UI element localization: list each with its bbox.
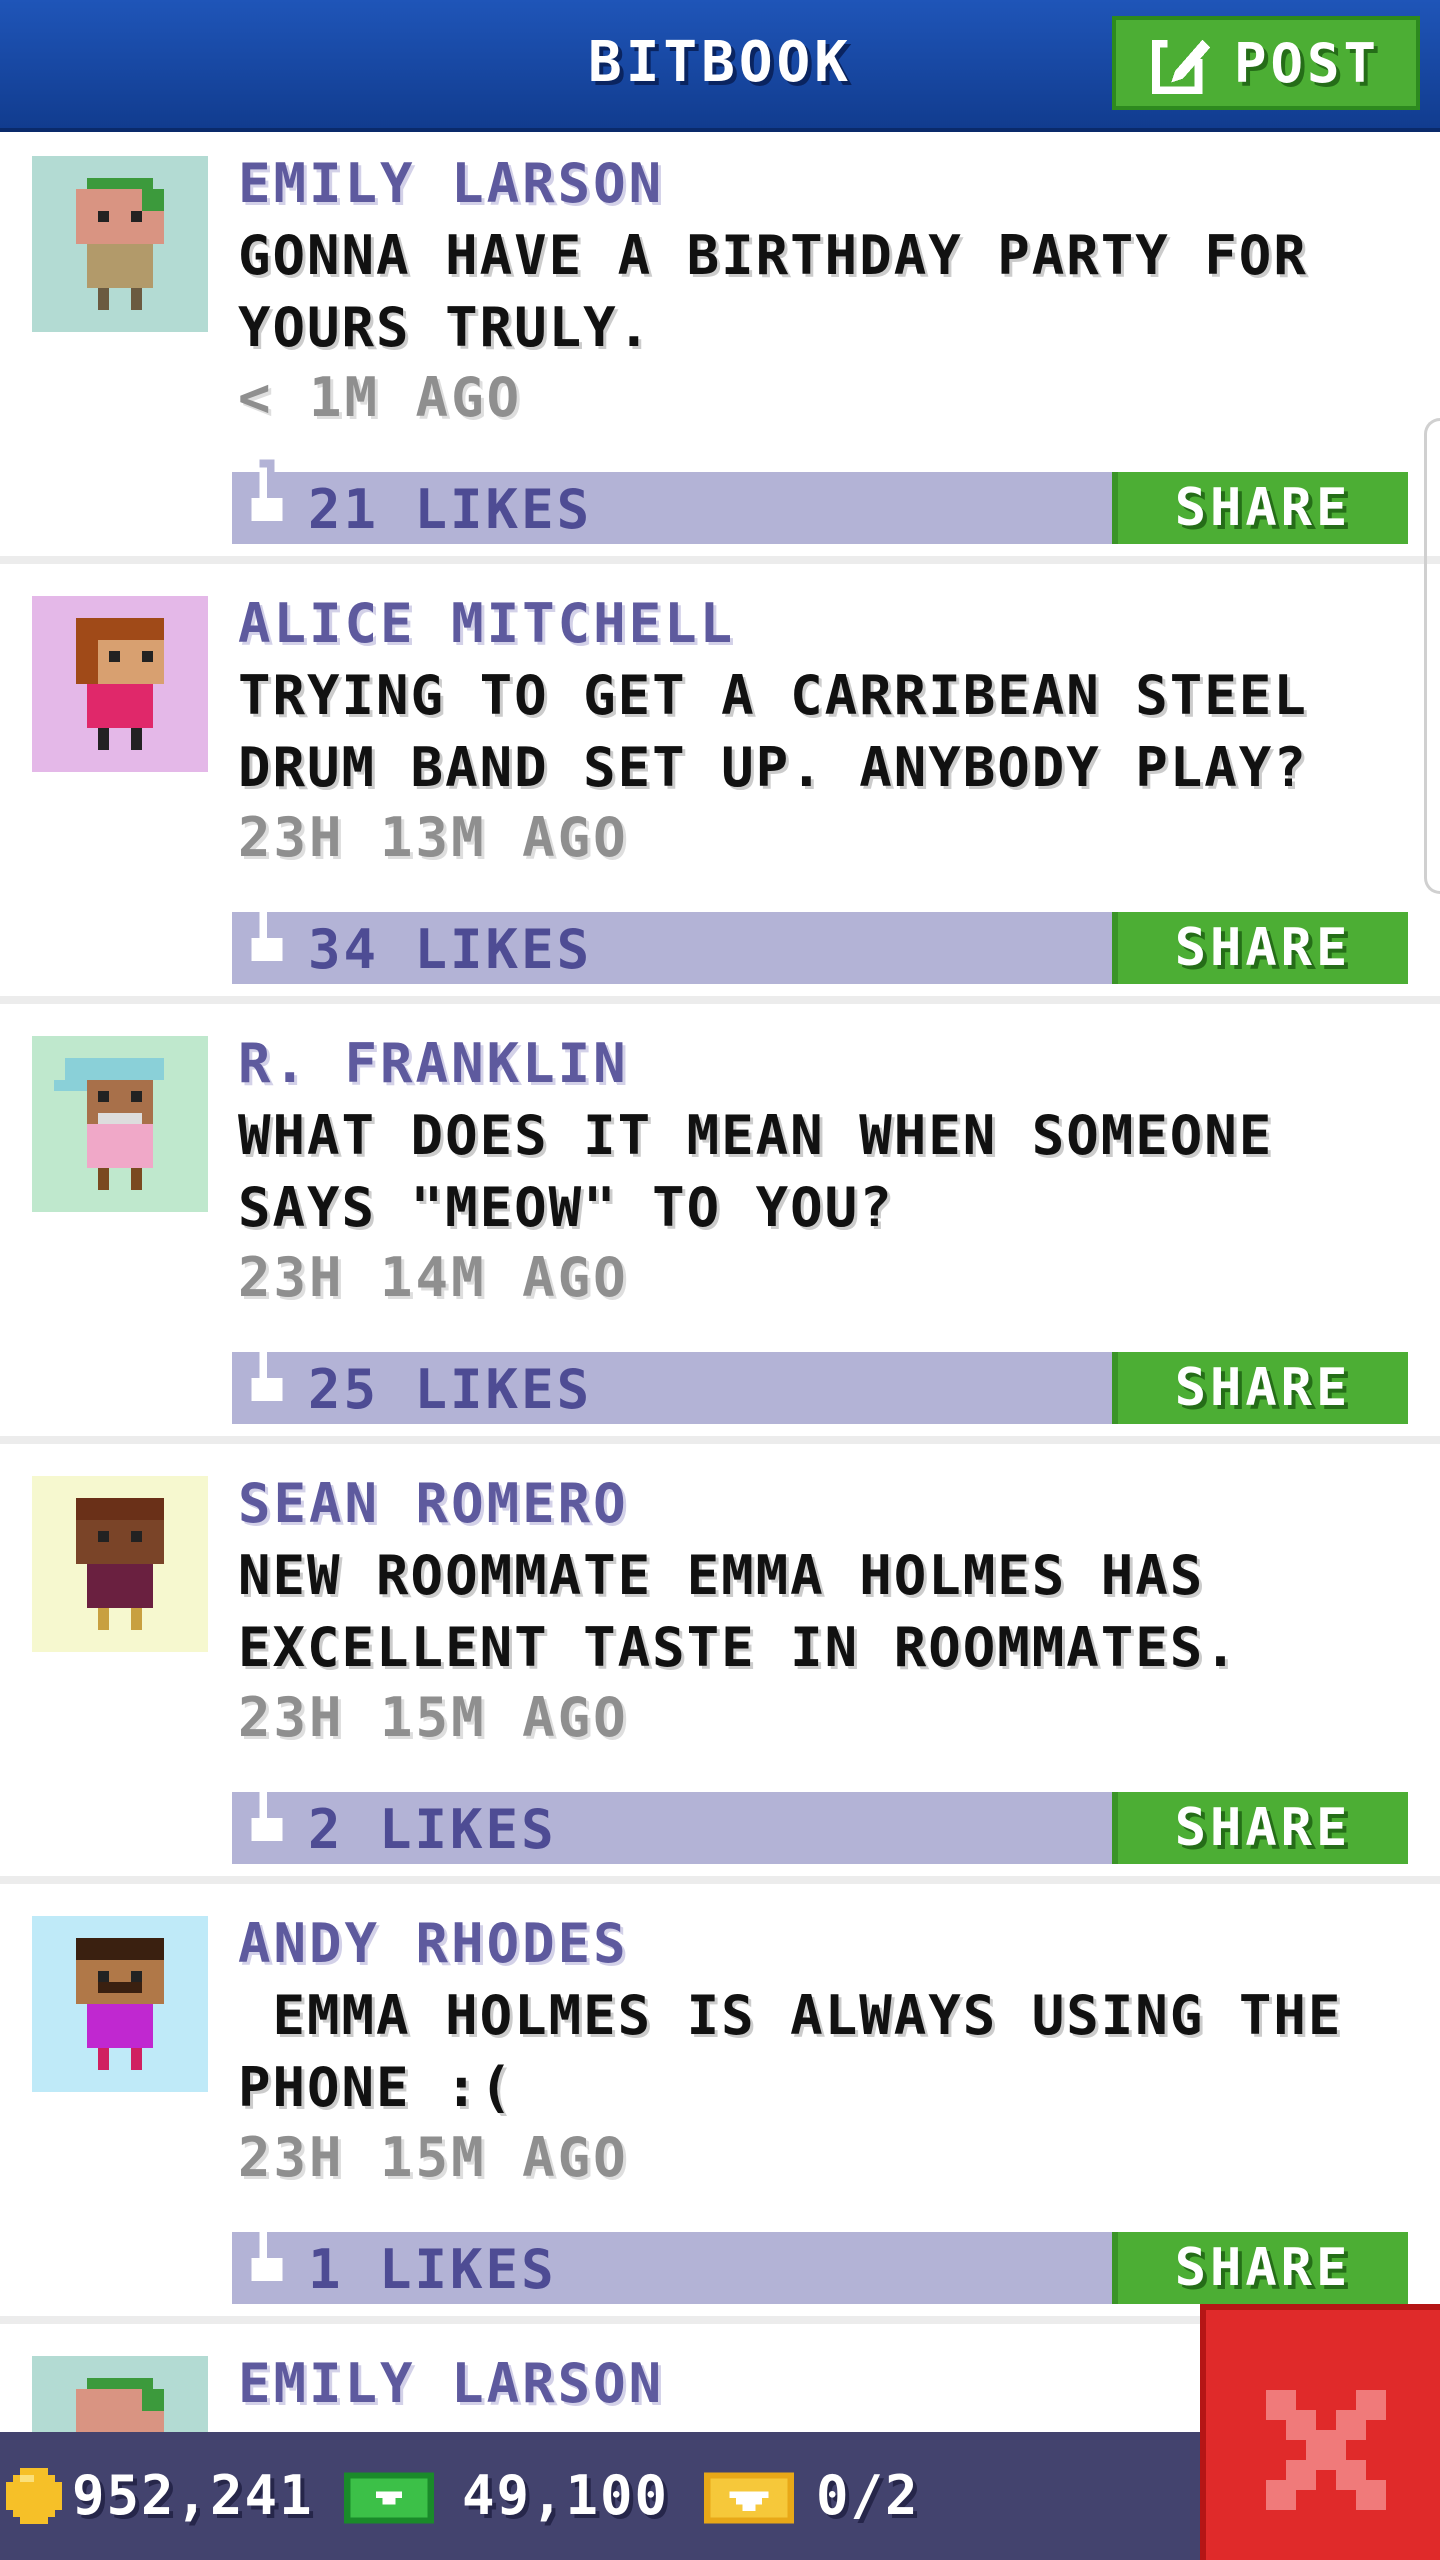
post-timestamp: 23H 14M AGO xyxy=(238,1246,629,1309)
post-item: EMILY LARSON GONNA HAVE A BIRTHDAY PARTY… xyxy=(0,132,1440,564)
character-avatar-icon xyxy=(32,156,208,332)
post-item: ALICE MITCHELL TRYING TO GET A CARRIBEAN… xyxy=(0,572,1440,1004)
post-timestamp: 23H 13M AGO xyxy=(238,806,629,869)
likes-count: 25 LIKES xyxy=(308,1358,593,1421)
coin-icon xyxy=(6,2468,62,2524)
thumbs-up-icon xyxy=(251,907,283,961)
ticket-icon xyxy=(704,2472,794,2524)
avatar[interactable] xyxy=(32,1916,208,2092)
thumbs-up-icon xyxy=(251,2227,283,2281)
thumbs-up-icon xyxy=(251,459,283,521)
share-button[interactable]: SHARE xyxy=(1112,2232,1408,2304)
likes-count: 1 LIKES xyxy=(308,2238,557,2301)
share-button[interactable]: SHARE xyxy=(1112,912,1408,984)
post-text: GONNA HAVE A BIRTHDAY PARTY FOR YOURS TR… xyxy=(238,224,1343,359)
character-avatar-icon xyxy=(32,2356,208,2432)
character-avatar-icon xyxy=(32,1036,208,1212)
post-author[interactable]: SEAN ROMERO xyxy=(238,1472,629,1535)
close-button[interactable] xyxy=(1200,2304,1440,2560)
post-author[interactable]: EMILY LARSON xyxy=(238,2352,664,2415)
post-item: ANDY RHODES EMMA HOLMES IS ALWAYS USING … xyxy=(0,1892,1440,2324)
avatar[interactable] xyxy=(32,596,208,772)
divider xyxy=(0,556,1440,564)
post-text: EMMA HOLMES IS ALWAYS USING THE PHONE :( xyxy=(238,1984,1377,2119)
character-avatar-icon xyxy=(32,596,208,772)
thumbs-up-icon xyxy=(251,1787,283,1841)
close-icon xyxy=(1266,2390,1386,2510)
post-author[interactable]: EMILY LARSON xyxy=(238,152,664,215)
post-button[interactable]: POST xyxy=(1112,16,1420,110)
post-item: SEAN ROMERO NEW ROOMMATE EMMA HOLMES HAS… xyxy=(0,1452,1440,1884)
post-author[interactable]: ALICE MITCHELL xyxy=(238,592,735,655)
post-text: WHAT DOES IT MEAN WHEN SOMEONE SAYS "MEO… xyxy=(238,1104,1308,1239)
avatar[interactable] xyxy=(32,1476,208,1652)
avatar[interactable] xyxy=(32,2356,208,2432)
bux-count: 49,100 xyxy=(462,2464,670,2527)
character-avatar-icon xyxy=(32,1916,208,2092)
bux-icon xyxy=(344,2472,434,2524)
share-button[interactable]: SHARE xyxy=(1112,1792,1408,1864)
thumbs-up-icon xyxy=(251,1347,283,1401)
post-text: TRYING TO GET A CARRIBEAN STEEL DRUM BAN… xyxy=(238,664,1343,799)
post-text: NEW ROOMMATE EMMA HOLMES HAS EXCELLENT T… xyxy=(238,1544,1239,1679)
divider xyxy=(0,1876,1440,1884)
post-author[interactable]: R. FRANKLIN xyxy=(238,1032,629,1095)
divider xyxy=(0,1436,1440,1444)
likes-count: 21 LIKES xyxy=(308,478,593,541)
share-button[interactable]: SHARE xyxy=(1112,1352,1408,1424)
scrollbar[interactable] xyxy=(1424,418,1440,894)
app-header: BITBOOK POST xyxy=(0,0,1440,132)
character-avatar-icon xyxy=(32,1476,208,1652)
avatar[interactable] xyxy=(32,156,208,332)
post-author[interactable]: ANDY RHODES xyxy=(238,1912,629,1975)
tickets-count: 0/2 xyxy=(816,2464,920,2527)
avatar[interactable] xyxy=(32,1036,208,1212)
likes-count: 34 LIKES xyxy=(308,918,593,981)
post-timestamp: < 1M AGO xyxy=(238,366,523,429)
post-item: R. FRANKLIN WHAT DOES IT MEAN WHEN SOMEO… xyxy=(0,1012,1440,1444)
share-button[interactable]: SHARE xyxy=(1112,472,1408,544)
post-timestamp: 23H 15M AGO xyxy=(238,1686,629,1749)
compose-icon xyxy=(1151,35,1211,94)
divider xyxy=(0,996,1440,1004)
post-timestamp: 23H 15M AGO xyxy=(238,2126,629,2189)
post-button-label: POST xyxy=(1233,31,1381,95)
coins-count: 952,241 xyxy=(72,2464,314,2527)
likes-count: 2 LIKES xyxy=(308,1798,557,1861)
